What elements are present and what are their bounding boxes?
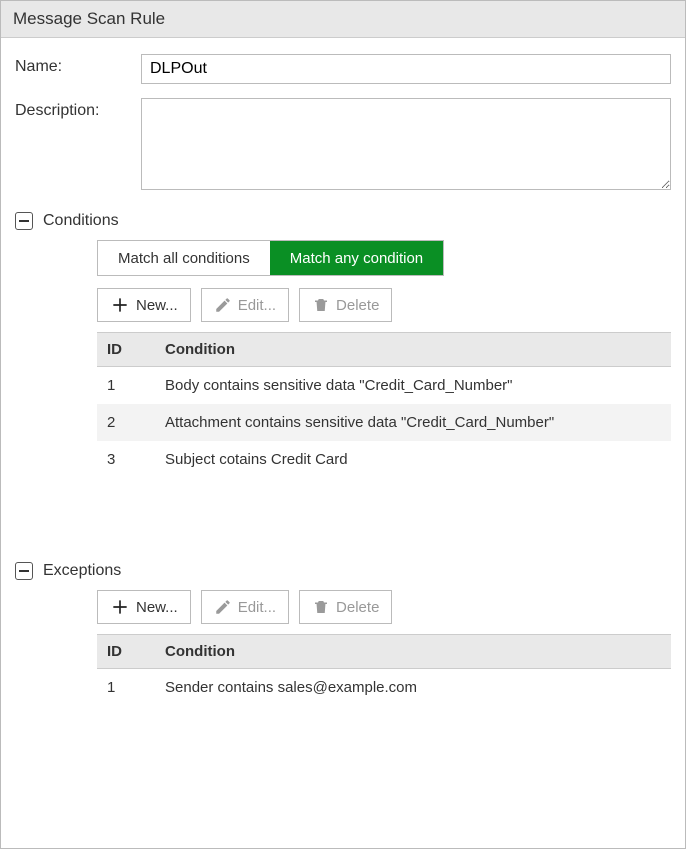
description-textarea[interactable] [141, 98, 671, 190]
match-all-option[interactable]: Match all conditions [98, 241, 270, 275]
exceptions-delete-label: Delete [336, 599, 379, 616]
conditions-edit-button[interactable]: Edit... [201, 288, 289, 322]
conditions-new-button[interactable]: New... [97, 288, 191, 322]
exceptions-header-condition[interactable]: Condition [155, 635, 671, 669]
exceptions-new-button[interactable]: New... [97, 590, 191, 624]
conditions-new-label: New... [136, 297, 178, 314]
table-row[interactable]: 3 Subject cotains Credit Card [97, 441, 671, 478]
cell-id: 2 [97, 404, 155, 441]
description-label: Description: [15, 98, 141, 120]
cell-text: Body contains sensitive data "Credit_Car… [155, 367, 671, 405]
plus-icon [110, 597, 130, 617]
name-input[interactable] [141, 54, 671, 84]
trash-icon [312, 598, 330, 616]
table-row[interactable]: 1 Body contains sensitive data "Credit_C… [97, 367, 671, 405]
cell-text: Subject cotains Credit Card [155, 441, 671, 478]
conditions-edit-label: Edit... [238, 297, 276, 314]
trash-icon [312, 296, 330, 314]
conditions-delete-label: Delete [336, 297, 379, 314]
exceptions-delete-button[interactable]: Delete [299, 590, 392, 624]
exceptions-table: ID Condition 1 Sender contains sales@exa… [97, 634, 671, 706]
exceptions-edit-label: Edit... [238, 599, 276, 616]
conditions-header-condition[interactable]: Condition [155, 333, 671, 367]
cell-text: Sender contains sales@example.com [155, 669, 671, 707]
edit-icon [214, 598, 232, 616]
table-row[interactable]: 2 Attachment contains sensitive data "Cr… [97, 404, 671, 441]
name-label: Name: [15, 54, 141, 76]
exceptions-header-id[interactable]: ID [97, 635, 155, 669]
conditions-header-id[interactable]: ID [97, 333, 155, 367]
cell-id: 1 [97, 367, 155, 405]
cell-id: 3 [97, 441, 155, 478]
exceptions-title: Exceptions [43, 562, 121, 580]
exceptions-new-label: New... [136, 599, 178, 616]
conditions-title: Conditions [43, 212, 119, 230]
cell-id: 1 [97, 669, 155, 707]
conditions-delete-button[interactable]: Delete [299, 288, 392, 322]
cell-text: Attachment contains sensitive data "Cred… [155, 404, 671, 441]
minus-icon [19, 570, 29, 572]
match-any-option[interactable]: Match any condition [270, 241, 443, 275]
table-row[interactable]: 1 Sender contains sales@example.com [97, 669, 671, 707]
plus-icon [110, 295, 130, 315]
panel-title: Message Scan Rule [1, 1, 685, 38]
conditions-table: ID Condition 1 Body contains sensitive d… [97, 332, 671, 478]
exceptions-collapse-toggle[interactable] [15, 562, 33, 580]
minus-icon [19, 220, 29, 222]
conditions-collapse-toggle[interactable] [15, 212, 33, 230]
exceptions-edit-button[interactable]: Edit... [201, 590, 289, 624]
match-mode-toggle: Match all conditions Match any condition [97, 240, 444, 276]
edit-icon [214, 296, 232, 314]
